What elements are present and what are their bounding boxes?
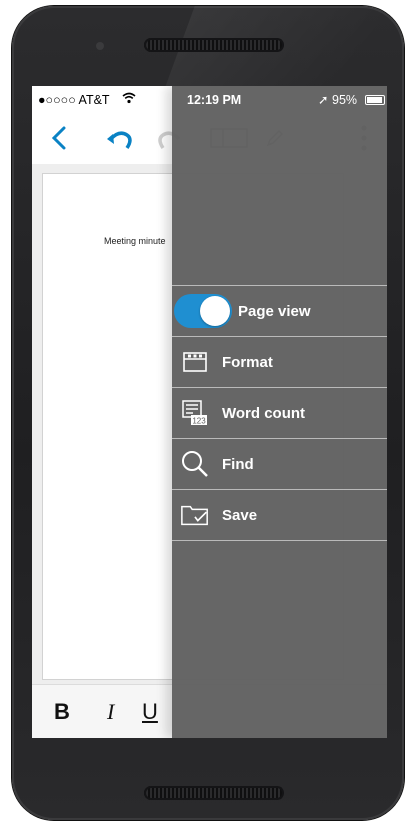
menu-item-label: Save: [222, 506, 258, 524]
menu-item-label: Find: [222, 455, 254, 473]
wifi-icon: [122, 91, 136, 107]
back-button[interactable]: [44, 112, 74, 164]
options-drawer: Page view Format 123 Word count Find Sav…: [172, 86, 387, 738]
search-icon: [180, 449, 210, 479]
underline-button[interactable]: U: [142, 685, 158, 738]
options-menu: Page view Format 123 Word count Find Sav…: [172, 285, 387, 541]
bottom-speaker: [144, 786, 284, 800]
format-icon: [180, 347, 210, 377]
menu-item-find[interactable]: Find: [172, 438, 387, 489]
word-count-icon: 123: [180, 398, 210, 428]
menu-item-format[interactable]: Format: [172, 336, 387, 387]
camera-lens: [96, 42, 104, 50]
toggle-knob: [200, 296, 230, 326]
chevron-left-icon: [51, 126, 66, 150]
carrier-label: ●○○○○ AT&T: [38, 93, 110, 107]
menu-item-word-count[interactable]: 123 Word count: [172, 387, 387, 438]
bold-button[interactable]: B: [54, 685, 70, 738]
menu-item-label: Word count: [222, 404, 306, 422]
svg-text:123: 123: [192, 417, 206, 426]
menu-item-label: Page view: [238, 302, 311, 320]
italic-button[interactable]: I: [107, 685, 114, 738]
menu-item-save[interactable]: Save: [172, 489, 387, 541]
screen: ●○○○○ AT&T 12:19 PM ➚ 95% Meeting minute…: [32, 86, 387, 738]
undo-icon: [107, 131, 132, 149]
battery-icon: [365, 95, 385, 105]
document-text[interactable]: Meeting minute: [104, 236, 166, 246]
battery-percent: 95%: [332, 93, 358, 107]
clock-time: 12:19 PM: [187, 93, 242, 107]
menu-item-page-view[interactable]: Page view: [172, 285, 387, 336]
menu-item-label: Format: [222, 353, 273, 371]
location-arrow-icon: ➚: [318, 93, 329, 107]
undo-button[interactable]: [102, 112, 138, 164]
page-view-toggle[interactable]: [174, 294, 232, 328]
save-folder-icon: [180, 500, 210, 530]
earpiece-speaker: [144, 38, 284, 52]
